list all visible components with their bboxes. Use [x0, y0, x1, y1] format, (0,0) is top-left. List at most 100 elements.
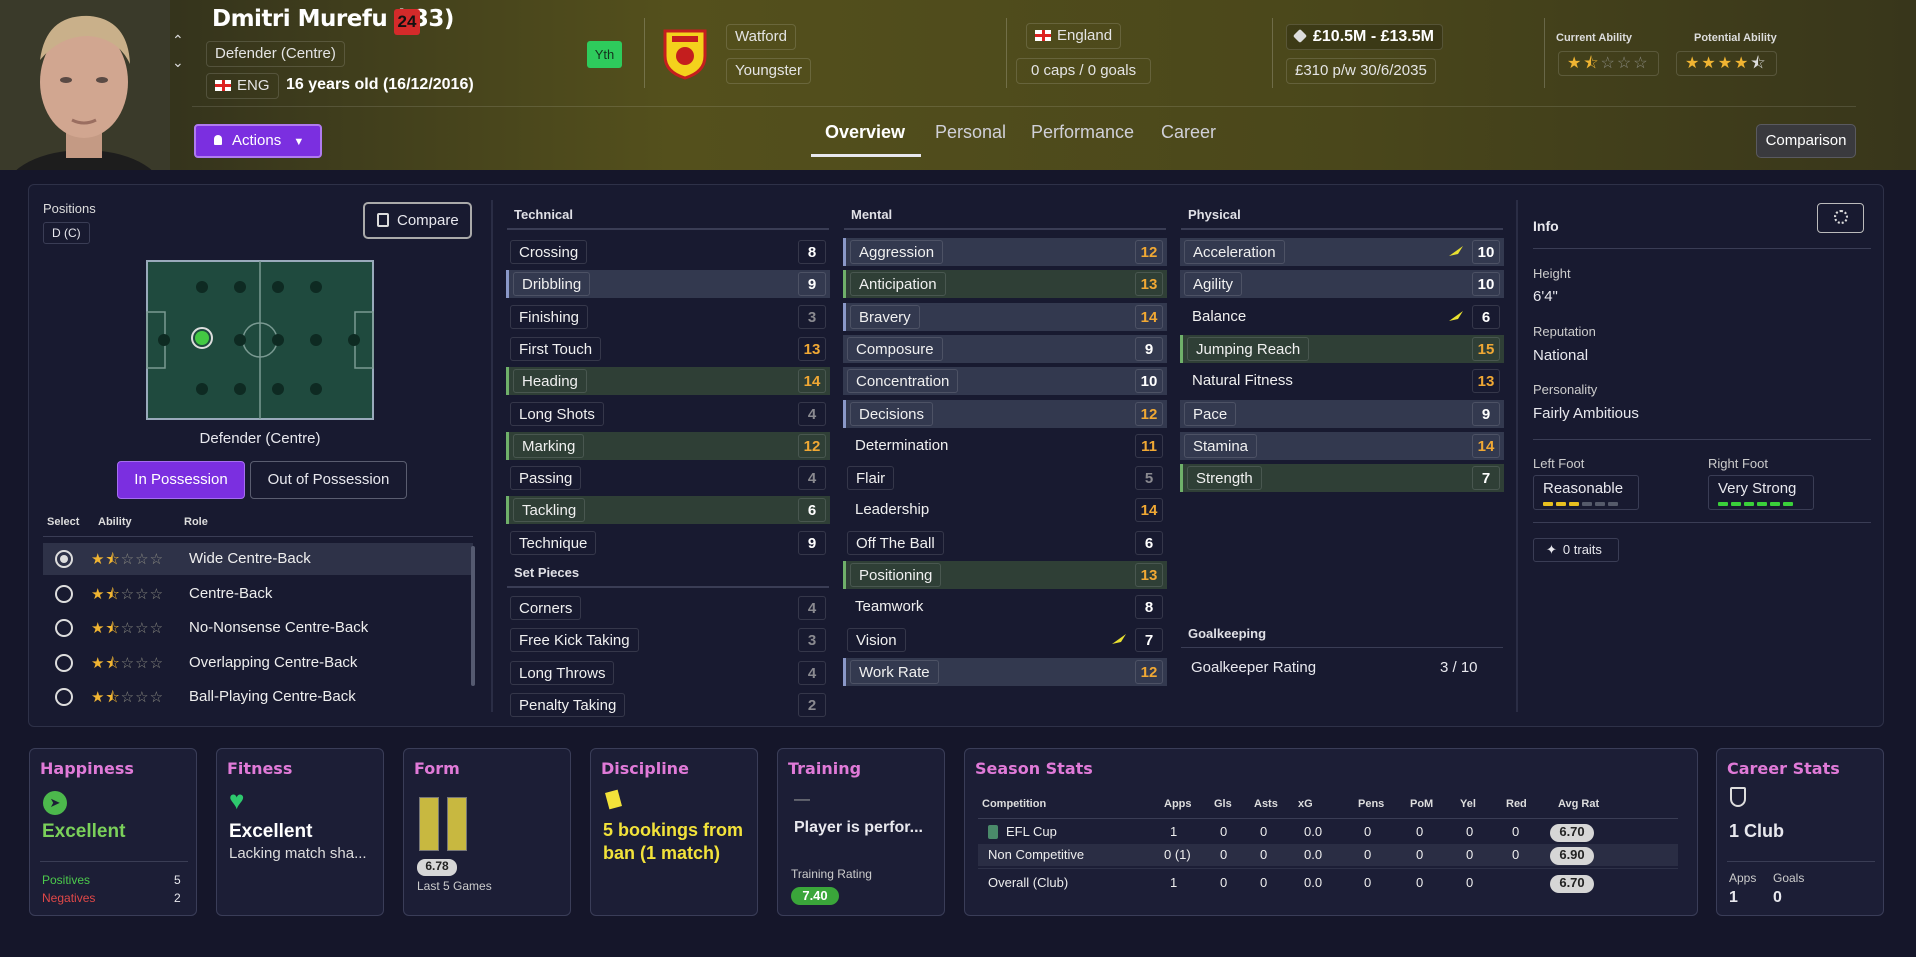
mental-attribute-row[interactable]: Flair 5: [843, 464, 1167, 492]
mental-attribute-row[interactable]: Teamwork 8: [843, 593, 1167, 621]
role-radio[interactable]: [55, 688, 73, 706]
goalkeeper-rating-label: Goalkeeper Rating: [1191, 659, 1317, 676]
role-radio[interactable]: [55, 550, 73, 568]
season-stat-value: 0: [1416, 824, 1424, 839]
goalkeeper-rating-value: 3 / 10: [1440, 659, 1478, 676]
set-piece-attribute-row[interactable]: Free Kick Taking 3: [506, 626, 830, 654]
role-row[interactable]: ★⯪☆☆☆ Centre-Back: [43, 578, 473, 610]
role-list-scrollbar[interactable]: [471, 546, 475, 686]
wage-contract: £310 p/w 30/6/2035: [1286, 58, 1436, 84]
watford-crest-icon[interactable]: [662, 28, 708, 80]
club-name[interactable]: Watford: [726, 24, 796, 50]
foot-level-segment: [1718, 502, 1728, 506]
tab-overview[interactable]: Overview: [825, 122, 905, 143]
season-stats-row[interactable]: Overall (Club) 1 0 0 0.0 0 0 0 6.70: [978, 872, 1678, 896]
technical-attribute-row[interactable]: Heading 14: [506, 367, 830, 396]
training-title: Training: [788, 759, 862, 778]
traits-button[interactable]: ✦ 0 traits: [1533, 538, 1619, 562]
technical-attribute-row[interactable]: Marking 12: [506, 431, 830, 460]
happiness-card[interactable]: Happiness ➤ Excellent Positives 5 Negati…: [29, 748, 197, 916]
technical-attribute-row[interactable]: Technique 9: [506, 529, 830, 557]
training-card[interactable]: Training — Player is perfor... Training …: [777, 748, 945, 916]
physical-attribute-row[interactable]: Jumping Reach 15: [1180, 334, 1504, 363]
out-of-possession-button[interactable]: Out of Possession: [250, 461, 407, 499]
role-row[interactable]: ★⯪☆☆☆ Wide Centre-Back: [43, 543, 473, 575]
season-col-header: Asts: [1254, 798, 1278, 810]
physical-attribute-row[interactable]: Pace 9: [1180, 399, 1504, 428]
mental-attribute-row[interactable]: Decisions 12: [843, 399, 1167, 428]
info-settings-button[interactable]: [1817, 203, 1864, 233]
comparison-button[interactable]: Comparison: [1756, 124, 1856, 158]
role-row[interactable]: ★⯪☆☆☆ No-Nonsense Centre-Back: [43, 612, 473, 644]
mental-attribute-row[interactable]: Anticipation 13: [843, 270, 1167, 299]
foot-level-segment: [1556, 502, 1566, 506]
role-radio[interactable]: [55, 653, 73, 672]
physical-attribute-row[interactable]: Acceleration 10: [1180, 238, 1504, 266]
tab-personal[interactable]: Personal: [935, 122, 1006, 143]
set-piece-attribute-row[interactable]: Long Throws 4: [506, 659, 830, 687]
physical-attribute-row[interactable]: Agility 10: [1180, 270, 1504, 299]
player-status: Youngster: [726, 58, 812, 84]
left-foot-bar: [1543, 502, 1618, 506]
season-stats-row[interactable]: Non Competitive 0 (1) 0 0 0.0 0 0 0 0 6.90: [978, 844, 1678, 866]
jumping-reach-value: 15: [1472, 336, 1500, 361]
role-row[interactable]: ★⯪☆☆☆ Overlapping Centre-Back: [43, 647, 473, 679]
work-rate-label: Work Rate: [850, 659, 939, 684]
mental-attribute-row[interactable]: Positioning 13: [843, 561, 1167, 589]
physical-attribute-row[interactable]: Natural Fitness 13: [1180, 367, 1504, 395]
mental-attribute-row[interactable]: Concentration 10: [843, 367, 1167, 396]
tab-career[interactable]: Career: [1161, 122, 1216, 143]
technical-attribute-row[interactable]: Crossing 8: [506, 238, 830, 266]
role-name: Overlapping Centre-Back: [189, 653, 358, 671]
technical-attribute-row[interactable]: Finishing 3: [506, 303, 830, 331]
mental-attribute-row[interactable]: Bravery 14: [843, 302, 1167, 331]
england-flag-icon: [1035, 29, 1051, 41]
physical-attribute-row[interactable]: Strength 7: [1180, 464, 1504, 493]
role-row[interactable]: ★⯪☆☆☆ Ball-Playing Centre-Back: [43, 681, 473, 713]
penalty-taking-value: 2: [798, 692, 826, 717]
compare-button[interactable]: Compare: [363, 202, 472, 239]
actions-button[interactable]: Actions ▼: [194, 124, 322, 158]
mental-attribute-row[interactable]: Leadership 14: [843, 496, 1167, 524]
set-piece-attribute-row[interactable]: Penalty Taking 2: [506, 691, 830, 719]
in-possession-button[interactable]: In Possession: [117, 461, 245, 499]
mental-attribute-row[interactable]: Aggression 12: [843, 238, 1167, 266]
balance-value: 6: [1472, 304, 1500, 329]
role-radio[interactable]: [55, 619, 73, 637]
reputation-label: Reputation: [1533, 324, 1596, 339]
season-col-header: Gls: [1214, 798, 1232, 810]
discipline-card[interactable]: Discipline 5 bookings from ban (1 match): [590, 748, 758, 916]
mental-attribute-row[interactable]: Vision 7: [843, 626, 1167, 654]
caps-goals: 0 caps / 0 goals: [1016, 58, 1152, 84]
technical-attribute-row[interactable]: First Touch 13: [506, 335, 830, 363]
mental-attribute-row[interactable]: Work Rate 12: [843, 657, 1167, 686]
technical-attribute-row[interactable]: Tackling 6: [506, 496, 830, 525]
tab-performance[interactable]: Performance: [1031, 122, 1134, 143]
season-stat-value: 0.0: [1304, 824, 1323, 839]
set-piece-attribute-row[interactable]: Corners 4: [506, 594, 830, 622]
season-stat-value: 0: [1364, 824, 1372, 839]
next-player-icon[interactable]: ⌄: [172, 54, 184, 71]
physical-attribute-row[interactable]: Stamina 14: [1180, 431, 1504, 460]
concentration-label: Concentration: [847, 369, 959, 394]
mental-attribute-row[interactable]: Off The Ball 6: [843, 529, 1167, 557]
technical-attribute-row[interactable]: Long Shots 4: [506, 400, 830, 428]
nation-badge[interactable]: England: [1026, 23, 1122, 49]
season-stats-row[interactable]: EFL Cup 1 0 0 0.0 0 0 0 0 6.70: [978, 821, 1678, 845]
form-card[interactable]: Form 6.78 Last 5 Games: [403, 748, 571, 916]
career-stats-card[interactable]: Career Stats 1 Club Apps 1 Goals 0: [1716, 748, 1884, 916]
technical-attribute-row[interactable]: Passing 4: [506, 464, 830, 492]
mental-attribute-row[interactable]: Composure 9: [843, 334, 1167, 363]
training-text: Player is perfor...: [794, 819, 923, 836]
finishing-label: Finishing: [510, 304, 589, 329]
technique-label: Technique: [510, 530, 597, 555]
technical-attribute-row[interactable]: Dribbling 9: [506, 270, 830, 299]
mental-attribute-row[interactable]: Determination 11: [843, 432, 1167, 460]
previous-player-icon[interactable]: ⌃: [172, 32, 184, 49]
technical-attributes: Crossing 8 Dribbling 9 Finishing 3 First Touch…: [506, 238, 830, 555]
technique-value: 9: [798, 530, 826, 555]
aggression-label: Aggression: [850, 240, 944, 264]
physical-attribute-row[interactable]: Balance 6: [1180, 303, 1504, 331]
role-radio[interactable]: [55, 584, 73, 603]
fitness-card[interactable]: Fitness ♥ Excellent Lacking match sha...: [216, 748, 384, 916]
